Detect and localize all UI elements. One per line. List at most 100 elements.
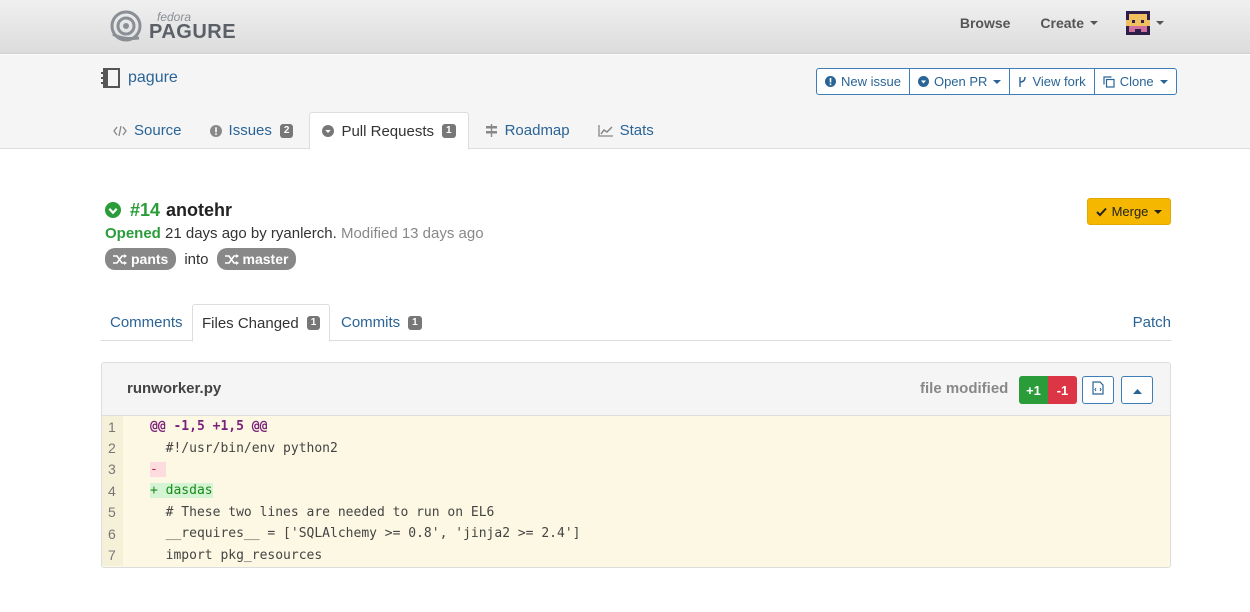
line-number: 7 <box>102 544 123 566</box>
patch-link[interactable]: Patch <box>1133 304 1171 341</box>
repo-title: pagure <box>100 67 178 89</box>
line-number: 6 <box>102 522 123 545</box>
pull-requests-count-badge: 1 <box>442 124 456 138</box>
browse-link[interactable]: Browse <box>960 15 1011 31</box>
avatar <box>1126 11 1150 35</box>
shuffle-icon <box>113 253 127 265</box>
from-branch-label: pants <box>131 251 169 267</box>
caret-up-icon <box>1132 381 1142 399</box>
view-file-button[interactable] <box>1082 376 1114 404</box>
hunk-header: @@ -1,5 +1,5 @@ <box>150 419 268 435</box>
files-changed-count-badge: 1 <box>306 316 321 330</box>
file-code-icon <box>1092 380 1104 400</box>
user-menu[interactable] <box>1126 11 1164 35</box>
tab-source[interactable]: Source <box>101 112 194 149</box>
tab-roadmap-label: Roadmap <box>504 122 570 139</box>
chevron-down-icon <box>1154 209 1163 214</box>
tab-commits[interactable]: Commits 1 <box>332 304 431 341</box>
commits-count-badge: 1 <box>408 315 422 330</box>
repo-icon <box>101 68 120 88</box>
tab-pull-requests[interactable]: Pull Requests 1 <box>309 112 469 150</box>
diff-line: 7 import pkg_resources <box>102 544 1170 566</box>
added-text: + dasdas <box>150 483 213 499</box>
tab-pull-requests-label: Pull Requests <box>341 122 435 140</box>
merge-button[interactable]: Merge <box>1087 198 1171 225</box>
line-number: 1 <box>102 416 123 438</box>
chart-icon <box>597 124 613 137</box>
tab-roadmap[interactable]: Roadmap <box>473 112 582 149</box>
clone-label: Clone <box>1119 74 1154 89</box>
tab-source-label: Source <box>134 122 182 139</box>
diff-line: 6 __requires__ = ['SQLAlchemy >= 0.8', '… <box>102 522 1170 545</box>
line-number: 3 <box>102 458 123 481</box>
shuffle-icon <box>224 253 239 265</box>
check-icon <box>1095 207 1107 217</box>
pr-status: Opened <box>105 225 161 242</box>
create-label: Create <box>1040 15 1084 31</box>
create-menu[interactable]: Create <box>1040 15 1098 31</box>
tab-issues-label: Issues <box>228 122 272 139</box>
pull-request-icon <box>322 125 335 137</box>
pr-number: #14 <box>130 199 161 220</box>
view-fork-button[interactable]: View fork <box>1009 69 1093 94</box>
tab-comments[interactable]: Comments <box>101 304 192 341</box>
line-number: 2 <box>102 437 123 459</box>
arrow-down-circle-icon <box>917 76 929 87</box>
pr-tabs: Comments Files Changed 1 Commits 1 Patch <box>101 304 1171 342</box>
diff-line: 2 #!/usr/bin/env python2 <box>102 437 1170 459</box>
pr-meta: Opened 21 days ago by ryanlerch. Modifie… <box>105 225 484 242</box>
file-header: runworker.py file modified +1 -1 <box>102 363 1170 416</box>
tab-stats-label: Stats <box>619 122 654 139</box>
tab-files-changed-label: Files Changed <box>202 314 299 332</box>
open-pr-label: Open PR <box>933 74 988 89</box>
logo-pagure-text: PAGURE <box>149 20 237 43</box>
tab-commits-label: Commits <box>341 314 401 331</box>
open-pr-button[interactable]: Open PR <box>908 69 1009 94</box>
from-branch-badge[interactable]: pants <box>105 248 177 270</box>
new-issue-button[interactable]: New issue <box>817 69 909 94</box>
diff-line: 5 # These two lines are needed to run on… <box>102 501 1170 523</box>
repo-tabs: Source Issues 2 Pull Requests 1 Roadmap <box>101 112 670 150</box>
exclamation-circle-icon <box>825 76 836 87</box>
pr-title: #14 anotehr <box>105 198 484 222</box>
pr-open-status-icon <box>105 202 121 218</box>
collapse-file-button[interactable] <box>1121 376 1153 404</box>
pagure-logo[interactable]: fedora PAGURE <box>109 10 236 42</box>
to-branch-label: master <box>242 251 289 267</box>
view-fork-label: View fork <box>1032 74 1086 89</box>
diff-body: 1 @@ -1,5 +1,5 @@ 2 #!/usr/bin/env pytho… <box>102 416 1170 567</box>
pr-opened-text: 21 days ago by ryanlerch. <box>165 225 337 242</box>
pr-branches: pants into master <box>105 248 484 270</box>
code-text: __requires__ = ['SQLAlchemy >= 0.8', 'ji… <box>150 526 581 542</box>
diff-line-removed: 3 - <box>102 458 1170 481</box>
roadmap-icon <box>485 124 498 137</box>
code-icon <box>113 125 127 137</box>
additions-badge: +1 <box>1019 376 1048 404</box>
deletions-badge: -1 <box>1048 376 1077 404</box>
tab-files-changed[interactable]: Files Changed 1 <box>192 304 331 342</box>
pr-title-text: anotehr <box>166 199 233 220</box>
repo-name-link[interactable]: pagure <box>128 69 178 87</box>
clone-button[interactable]: Clone <box>1093 69 1176 94</box>
chevron-down-icon <box>1159 79 1168 84</box>
line-number: 4 <box>102 480 123 502</box>
into-text: into <box>184 250 209 268</box>
to-branch-badge[interactable]: master <box>216 248 297 270</box>
removed-text: - <box>150 461 166 477</box>
chevron-down-icon <box>1090 21 1098 25</box>
line-number: 5 <box>102 501 123 523</box>
issues-count-badge: 2 <box>279 123 294 138</box>
pull-request-header: #14 anotehr Opened 21 days ago by ryanle… <box>105 198 484 270</box>
code-text: # These two lines are needed to run on E… <box>150 504 495 520</box>
chevron-down-icon <box>993 79 1002 84</box>
diff-line: 1 @@ -1,5 +1,5 @@ <box>102 416 1170 438</box>
tab-stats[interactable]: Stats <box>586 112 666 149</box>
tab-comments-label: Comments <box>110 314 183 331</box>
new-issue-label: New issue <box>841 74 901 89</box>
tab-issues[interactable]: Issues 2 <box>198 112 306 149</box>
pr-modified-text: Modified 13 days ago <box>340 225 484 242</box>
file-status: file modified <box>920 380 1009 397</box>
file-diff-panel: runworker.py file modified +1 -1 1 @@ -1… <box>101 362 1171 568</box>
chevron-down-icon <box>1156 21 1164 25</box>
merge-label: Merge <box>1111 204 1149 219</box>
